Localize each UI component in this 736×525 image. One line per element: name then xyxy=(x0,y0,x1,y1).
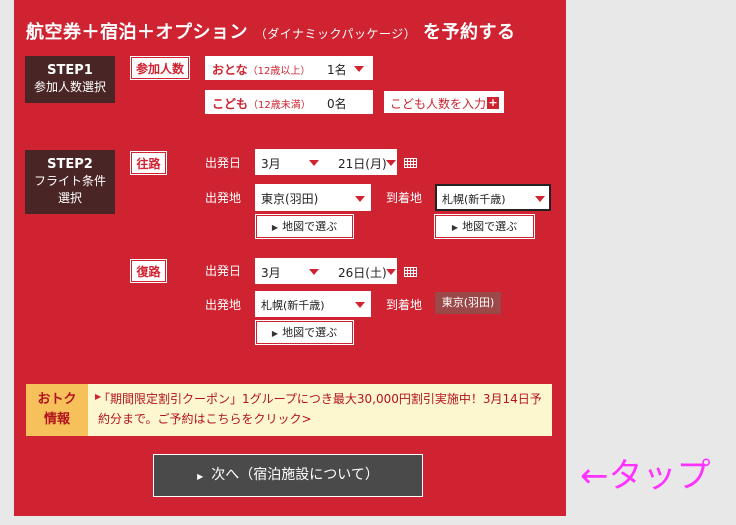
step1-badge: STEP1 参加人数選択 xyxy=(25,56,115,103)
title-tail: を予約する xyxy=(422,22,516,43)
return-from-value: 札幌(新千歳) xyxy=(261,299,325,312)
chevron-down-icon xyxy=(309,269,319,275)
plus-icon: + xyxy=(487,96,499,109)
booking-panel: 航空券＋宿泊＋オプション （ダイナミックパッケージ） を予約する STEP1 参… xyxy=(14,0,566,516)
caret-right-icon: ▶ xyxy=(451,223,459,232)
chevron-down-icon xyxy=(309,160,319,166)
adult-value: 1名 xyxy=(327,63,347,77)
calendar-icon[interactable] xyxy=(404,264,417,277)
outbound-from-value: 東京(羽田) xyxy=(261,192,319,206)
outbound-to-value: 札幌(新千歳) xyxy=(442,193,506,206)
return-date-label: 出発日 xyxy=(205,264,242,278)
deal-badge-line2: 情報 xyxy=(43,412,70,427)
chevron-down-icon xyxy=(355,196,365,202)
adult-label: おとな xyxy=(212,63,248,77)
outbound-day: 21日(月) xyxy=(338,157,387,171)
deal-badge: おトク 情報 xyxy=(26,384,88,436)
step2-badge: STEP2 フライト条件 選択 xyxy=(25,150,115,214)
chevron-down-icon xyxy=(386,269,396,275)
step1-label: 参加人数選択 xyxy=(33,80,106,94)
caret-right-icon: ▶ xyxy=(271,329,279,338)
return-from-select[interactable]: 札幌(新千歳) xyxy=(255,291,371,317)
adult-note: （12歳以上） xyxy=(247,66,311,77)
deal-badge-line1: おトク xyxy=(37,392,77,407)
title-sub: （ダイナミックパッケージ） xyxy=(254,27,417,41)
return-from-label: 出発地 xyxy=(205,298,242,312)
return-to-value: 東京(羽田) xyxy=(435,292,501,314)
return-date-select[interactable]: 3月 26日(土) xyxy=(255,258,397,284)
return-day: 26日(土) xyxy=(338,266,387,280)
step2-number: STEP2 xyxy=(47,157,93,172)
child-field[interactable]: こども（12歳未満） 0名 xyxy=(205,90,373,114)
outbound-to-map-button[interactable]: ▶ 地図で選ぶ xyxy=(434,214,535,239)
map-button-label: 地図で選ぶ xyxy=(282,220,338,233)
return-to-label: 到着地 xyxy=(386,298,423,312)
outbound-month: 3月 xyxy=(261,157,281,171)
return-tag: 復路 xyxy=(130,259,167,283)
child-count-button[interactable]: こども人数を入力 + xyxy=(383,90,505,114)
step2-line1: フライト条件 xyxy=(33,174,106,188)
chevron-down-icon xyxy=(386,160,396,166)
participants-tag: 参加人数 xyxy=(130,56,190,80)
child-label: こども xyxy=(212,97,249,111)
adult-select[interactable]: おとな（12歳以上） 1名 xyxy=(205,56,373,80)
step1-number: STEP1 xyxy=(47,63,93,78)
caret-right-icon: ▶ xyxy=(271,223,279,232)
chevron-down-icon xyxy=(354,66,364,72)
tap-annotation: ←タップ xyxy=(580,456,711,496)
outbound-date-label: 出発日 xyxy=(205,156,242,170)
outbound-from-select[interactable]: 東京(羽田) xyxy=(255,184,371,211)
return-from-map-button[interactable]: ▶ 地図で選ぶ xyxy=(255,320,354,345)
outbound-from-map-button[interactable]: ▶ 地図で選ぶ xyxy=(255,214,354,239)
next-button-label: 次へ（宿泊施設について） xyxy=(211,467,379,483)
child-value: 0名 xyxy=(327,97,347,111)
chevron-down-icon xyxy=(355,302,365,308)
child-count-label: こども人数を入力 xyxy=(390,97,487,111)
return-month: 3月 xyxy=(261,266,281,280)
chevron-down-icon xyxy=(535,196,545,202)
outbound-to-select[interactable]: 札幌(新千歳) xyxy=(435,184,551,211)
map-button-label: 地図で選ぶ xyxy=(282,326,338,339)
outbound-from-label: 出発地 xyxy=(205,191,242,205)
next-button[interactable]: ▶ 次へ（宿泊施設について） xyxy=(153,454,423,497)
child-note: （12歳未満） xyxy=(248,100,311,111)
outbound-to-label: 到着地 xyxy=(386,191,423,205)
page-title: 航空券＋宿泊＋オプション （ダイナミックパッケージ） を予約する xyxy=(26,18,515,44)
map-button-label: 地図で選ぶ xyxy=(462,220,518,233)
step2-line2: 選択 xyxy=(57,191,82,205)
deal-text[interactable]: 「期間限定割引クーポン」1グループにつき最大30,000円割引実施中！3月14日… xyxy=(98,389,548,429)
outbound-date-select[interactable]: 3月 21日(月) xyxy=(255,149,397,175)
outbound-tag: 往路 xyxy=(130,151,167,175)
calendar-icon[interactable] xyxy=(404,155,417,168)
deal-banner[interactable]: おトク 情報 ▶ 「期間限定割引クーポン」1グループにつき最大30,000円割引… xyxy=(26,384,552,436)
caret-right-icon: ▶ xyxy=(197,472,204,481)
title-main: 航空券＋宿泊＋オプション xyxy=(26,22,248,43)
